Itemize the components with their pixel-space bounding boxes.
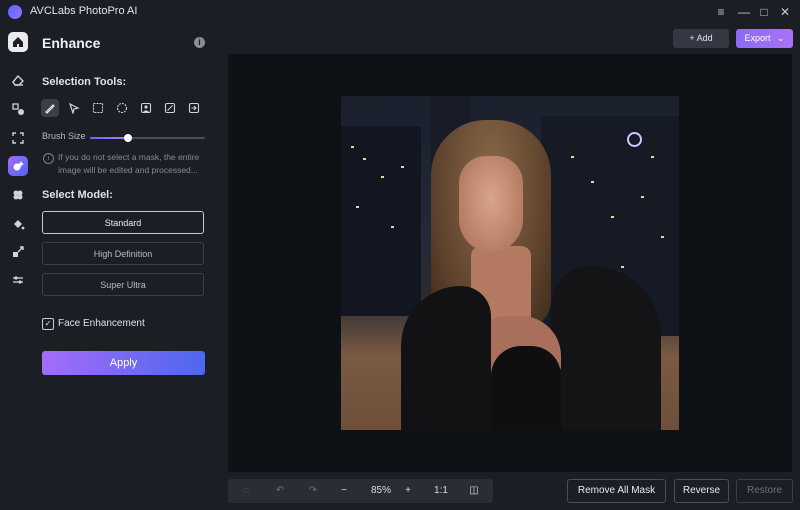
brush-size-thumb[interactable] (123, 134, 132, 142)
lasso-tool-icon[interactable] (65, 99, 83, 117)
restore-button[interactable]: Restore (736, 479, 793, 503)
main-toolbar: + Add Export ⌄ (220, 24, 800, 54)
zoom-out-button[interactable]: − (334, 479, 354, 503)
chevron-down-icon: ⌄ (776, 33, 785, 43)
model-high-definition-button[interactable]: High Definition (42, 242, 204, 265)
enhance-icon[interactable] (8, 156, 28, 176)
zoom-in-button[interactable]: + (398, 479, 418, 503)
brush-size-label: Brush Size (42, 131, 86, 141)
resize-icon[interactable] (8, 242, 28, 262)
info-icon[interactable]: i (194, 37, 205, 48)
face-enhancement-label: Face Enhancement (58, 318, 145, 329)
export-button[interactable]: Export ⌄ (736, 29, 793, 48)
photo-preview (341, 96, 679, 430)
brush-size-slider[interactable] (90, 134, 205, 142)
face-enhancement-checkbox[interactable]: ✓ (42, 318, 54, 330)
undo-icon[interactable]: ↶ (270, 479, 290, 503)
bottom-bar: ◌ ↶ ↷ − 85% + 1:1 ◫ Remove All Mask Reve… (220, 472, 800, 510)
portrait-select-icon[interactable] (137, 99, 155, 117)
compare-icon[interactable]: ◫ (464, 479, 484, 503)
actual-size-button[interactable]: 1:1 (429, 479, 453, 503)
brush-cursor-icon (627, 132, 642, 147)
brush-size-fill (90, 137, 128, 139)
apply-button[interactable]: Apply (42, 351, 205, 375)
maximize-icon[interactable]: □ (755, 3, 773, 21)
app-logo-icon (8, 5, 22, 19)
model-super-ultra-button[interactable]: Super Ultra (42, 273, 204, 296)
image-canvas[interactable] (228, 54, 792, 472)
fill-icon[interactable] (8, 214, 28, 234)
upscale-icon[interactable] (8, 128, 28, 148)
rectangle-tool-icon[interactable] (89, 99, 107, 117)
adjust-icon[interactable] (8, 270, 28, 290)
face-shape (459, 156, 523, 252)
remove-all-mask-button[interactable]: Remove All Mask (567, 479, 666, 503)
zoom-toolbar: ◌ ↶ ↷ − 85% + 1:1 ◫ (228, 479, 493, 503)
title-bar: AVCLabs PhotoPro AI ≡ — □ ✕ (0, 0, 800, 24)
selection-tools-label: Selection Tools: (42, 76, 127, 88)
add-button[interactable]: + Add (673, 29, 729, 48)
ellipse-tool-icon[interactable] (113, 99, 131, 117)
import-mask-icon[interactable] (185, 99, 203, 117)
eraser-icon[interactable] (8, 70, 28, 90)
minimize-icon[interactable]: — (735, 3, 753, 21)
close-icon[interactable]: ✕ (776, 3, 794, 21)
brush-tool-icon[interactable] (41, 99, 59, 117)
background-remover-icon[interactable] (8, 99, 28, 119)
hint-info-icon: i (43, 153, 54, 164)
colorize-icon[interactable] (8, 185, 28, 205)
select-model-label: Select Model: (42, 189, 113, 201)
redo-icon[interactable]: ↷ (303, 479, 323, 503)
zoom-level: 85% (370, 485, 391, 496)
menu-icon[interactable]: ≡ (712, 3, 730, 21)
object-select-icon[interactable] (161, 99, 179, 117)
reverse-button[interactable]: Reverse (674, 479, 729, 503)
mask-hint-text: If you do not select a mask, the entire … (58, 152, 200, 175)
export-label: Export (744, 33, 771, 43)
app-title: AVCLabs PhotoPro AI (30, 5, 138, 17)
fit-icon[interactable]: ◌ (236, 479, 256, 503)
enhance-panel: Enhance i Selection Tools: Brush Size i … (36, 24, 220, 510)
model-standard-button[interactable]: Standard (42, 211, 204, 234)
tool-rail (0, 24, 36, 510)
jacket-shape (551, 266, 661, 430)
panel-title: Enhance (42, 35, 101, 51)
home-icon[interactable] (8, 32, 28, 52)
